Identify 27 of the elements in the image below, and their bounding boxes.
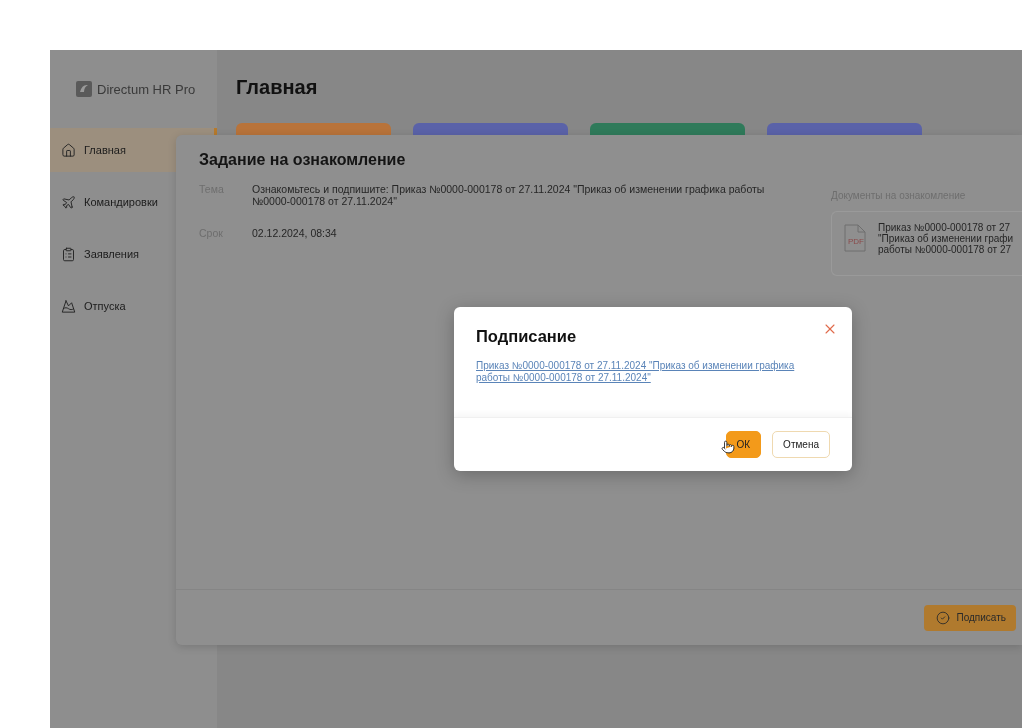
sign-button[interactable]: Подписать bbox=[923, 604, 1016, 631]
nav-item[interactable]: Отпуска bbox=[50, 284, 217, 328]
field-value: 02.12.2024, 08:34 bbox=[252, 227, 338, 239]
document-card[interactable]: PDF Приказ №0000-000178 от 27 "Приказ об изменении графи работы №0000-000178 от 27 bbox=[831, 211, 1022, 276]
tile[interactable] bbox=[767, 123, 922, 135]
document-name: "Приказ об изменении графи bbox=[878, 233, 1014, 244]
clipboard-icon bbox=[61, 246, 76, 262]
tile[interactable] bbox=[413, 123, 568, 135]
page-title: Главная bbox=[236, 75, 319, 100]
file-type-label: PDF bbox=[848, 237, 864, 246]
logo-icon bbox=[76, 81, 92, 97]
document-name: Приказ №0000-000178 от 27 bbox=[878, 222, 1011, 233]
document-link[interactable]: Приказ №0000-000178 от 27.11.2024 "Приказ об изменении графика работы №0000-000178 от 27.11.2024" bbox=[476, 360, 830, 384]
dialog-title: Подписание bbox=[476, 327, 578, 346]
pointer-cursor-icon bbox=[721, 440, 735, 454]
file-icon bbox=[844, 224, 866, 252]
plane-icon bbox=[61, 194, 76, 210]
logo-text: Directum HR Pro bbox=[97, 81, 196, 97]
field-value: Ознакомьтесь и подпишите: Приказ №0000-000178 от 27.11.2024 "Приказ об изменении графика работы №0000-000178 от 27.11.2024" bbox=[252, 183, 766, 207]
ok-button[interactable]: ОК bbox=[725, 431, 762, 458]
home-icon bbox=[61, 142, 76, 158]
mountain-icon bbox=[61, 298, 76, 314]
tile[interactable] bbox=[236, 123, 391, 135]
document-name: работы №0000-000178 от 27 bbox=[878, 244, 1011, 255]
check-icon bbox=[935, 610, 950, 625]
cancel-button[interactable]: Отмена bbox=[772, 431, 830, 458]
tile[interactable] bbox=[590, 123, 745, 135]
